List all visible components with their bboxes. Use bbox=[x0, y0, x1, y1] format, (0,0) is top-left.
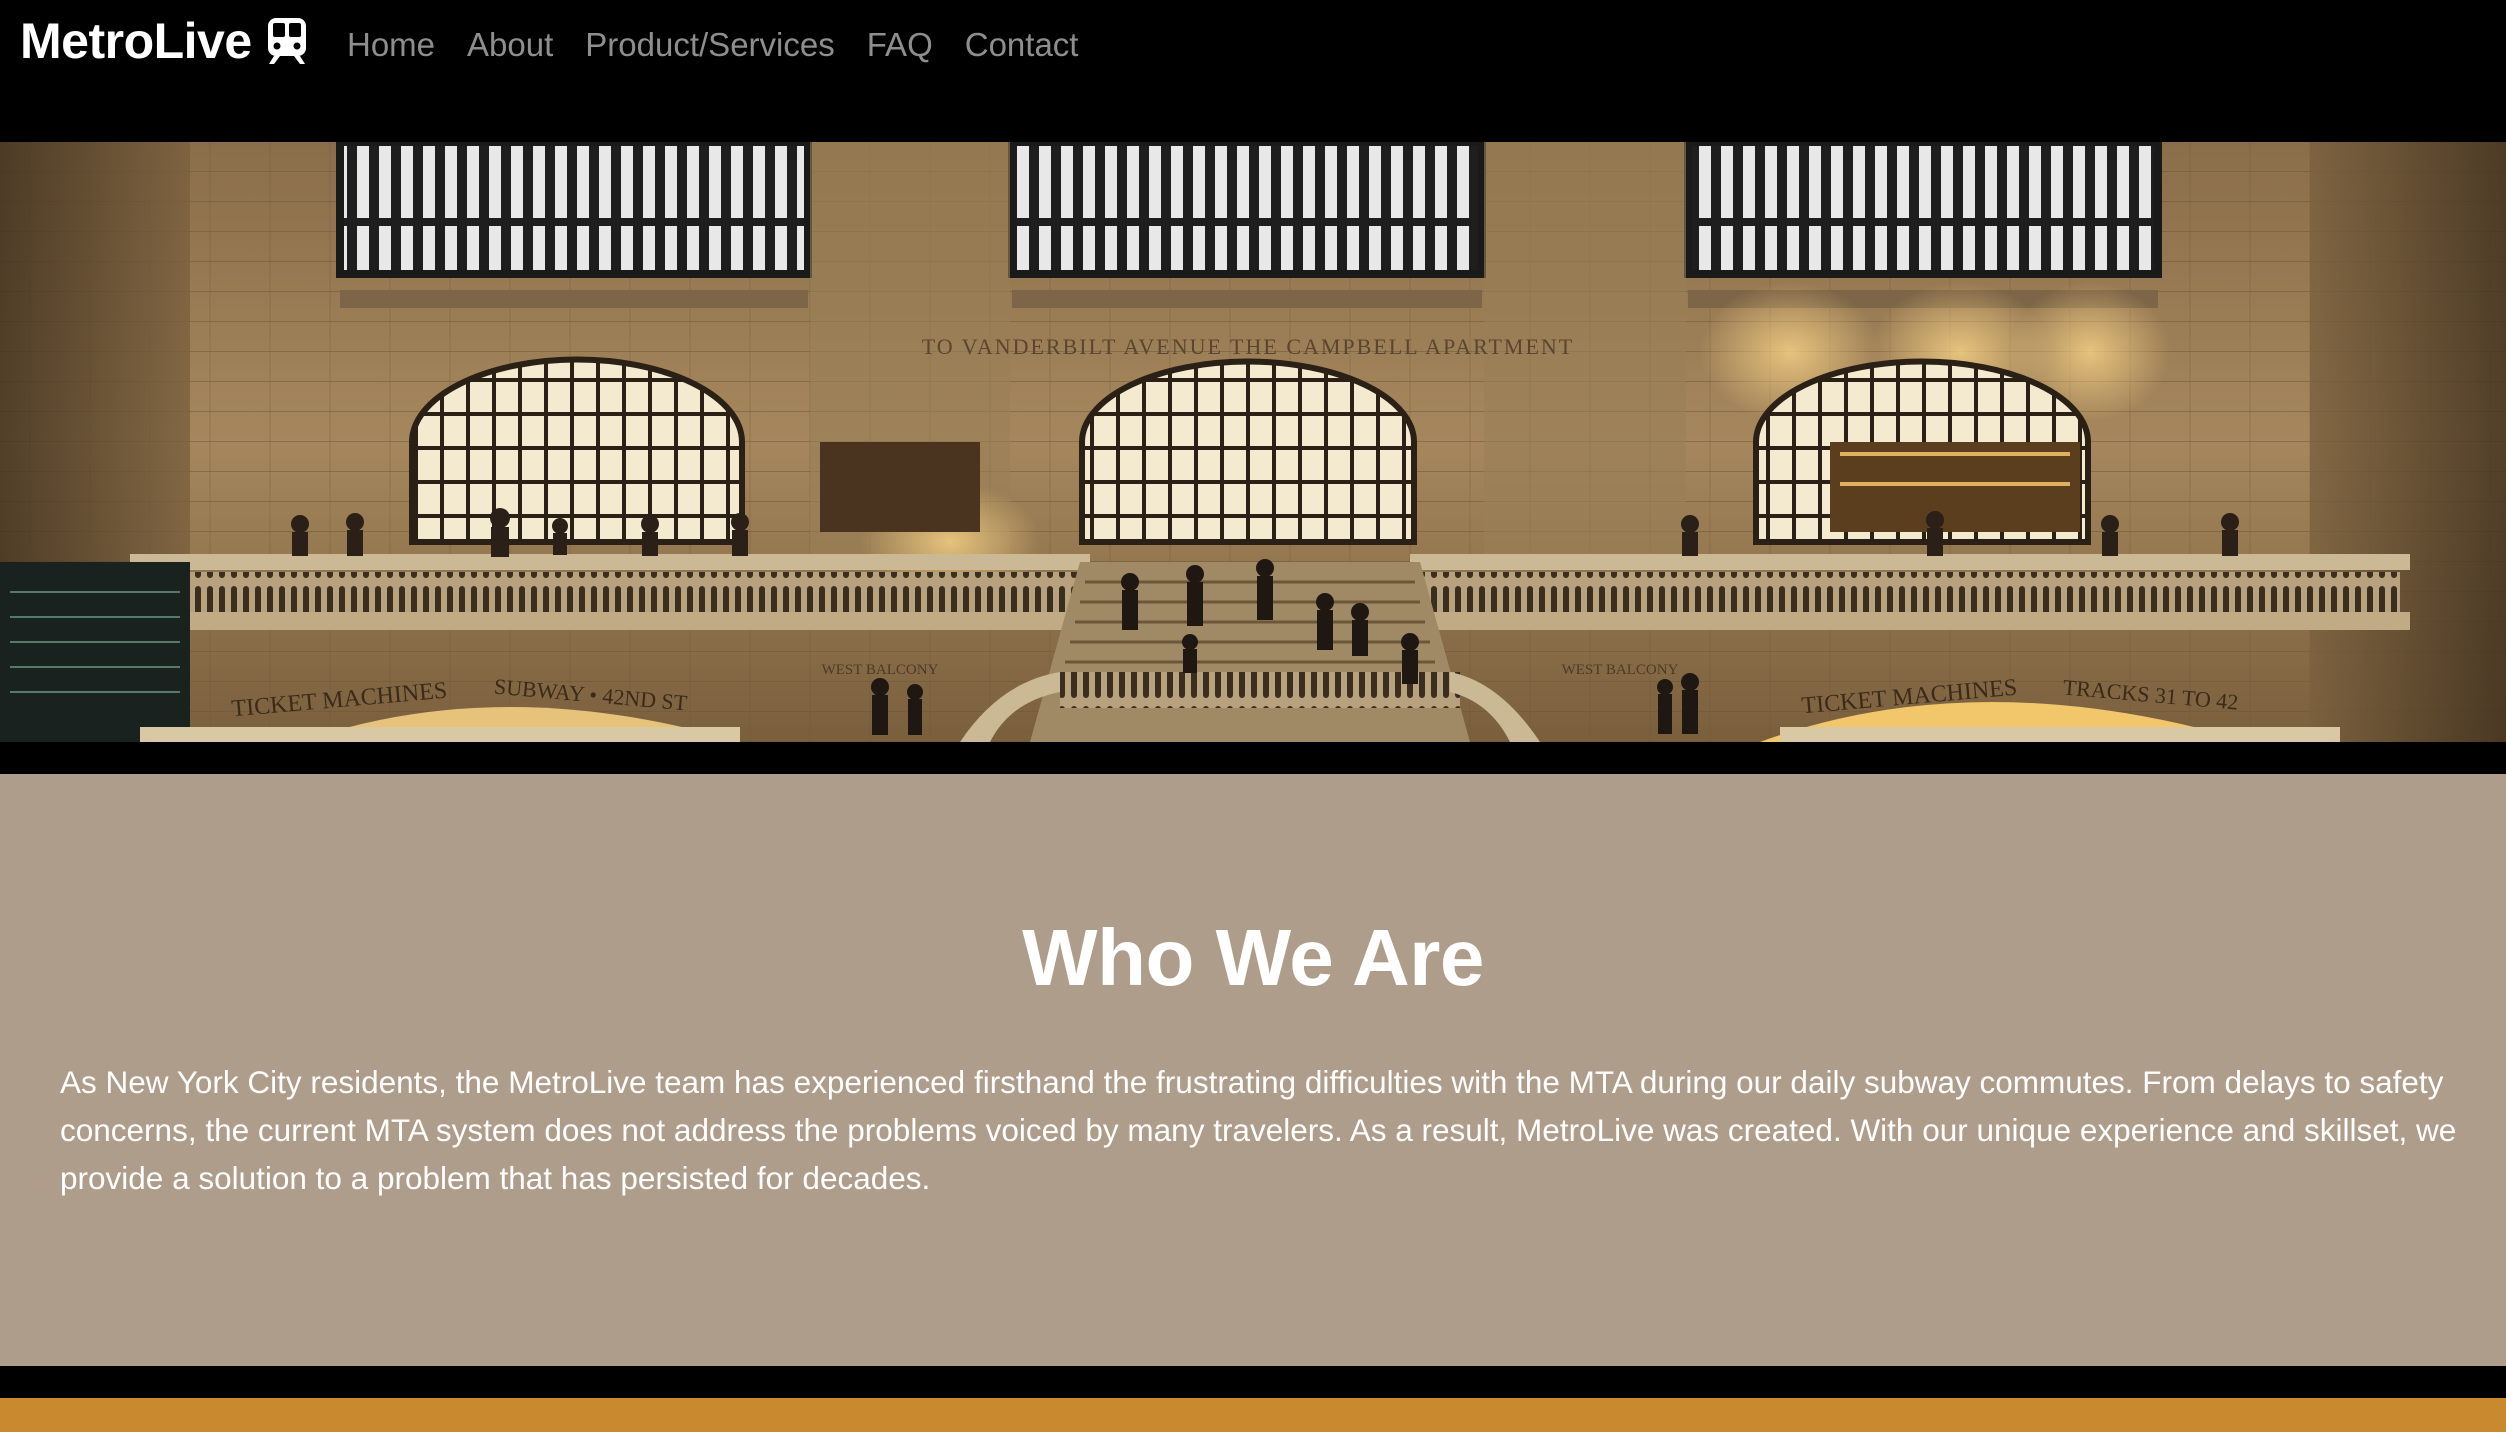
section-divider bbox=[0, 742, 2506, 774]
nav-contact-link[interactable]: Contact bbox=[965, 26, 1079, 64]
nav-about-link[interactable]: About bbox=[467, 26, 553, 64]
section-title: Who We Are bbox=[1022, 913, 1484, 1002]
grand-central-illustration: TO VANDERBILT AVENUE THE CAMPBELL APARTM… bbox=[0, 142, 2506, 742]
nav-home-link[interactable]: Home bbox=[347, 26, 435, 64]
brand-name: MetroLive bbox=[20, 13, 252, 69]
navbar: MetroLive Home About Product/Services FA… bbox=[0, 0, 2506, 142]
hero-sign-west-balcony-left: WEST BALCONY bbox=[822, 662, 939, 678]
brand-logo[interactable]: MetroLive bbox=[20, 12, 308, 70]
hero-sign-vanderbilt: TO VANDERBILT AVENUE THE CAMPBELL APARTM… bbox=[922, 334, 1575, 359]
next-section-band bbox=[0, 1398, 2506, 1432]
section-divider bbox=[0, 1366, 2506, 1398]
train-icon bbox=[266, 16, 308, 66]
hero-image: TO VANDERBILT AVENUE THE CAMPBELL APARTM… bbox=[0, 142, 2506, 742]
section-body-text: As New York City residents, the MetroLiv… bbox=[60, 1064, 2457, 1196]
nav-faq-link[interactable]: FAQ bbox=[867, 26, 933, 64]
who-we-are-section: Who We Are As New York City residents, t… bbox=[0, 774, 2506, 1366]
nav-products-link[interactable]: Product/Services bbox=[585, 26, 834, 64]
hero-sign-west-balcony-right: WEST BALCONY bbox=[1562, 662, 1679, 678]
nav-menu: Home About Product/Services FAQ Contact bbox=[347, 26, 1078, 64]
